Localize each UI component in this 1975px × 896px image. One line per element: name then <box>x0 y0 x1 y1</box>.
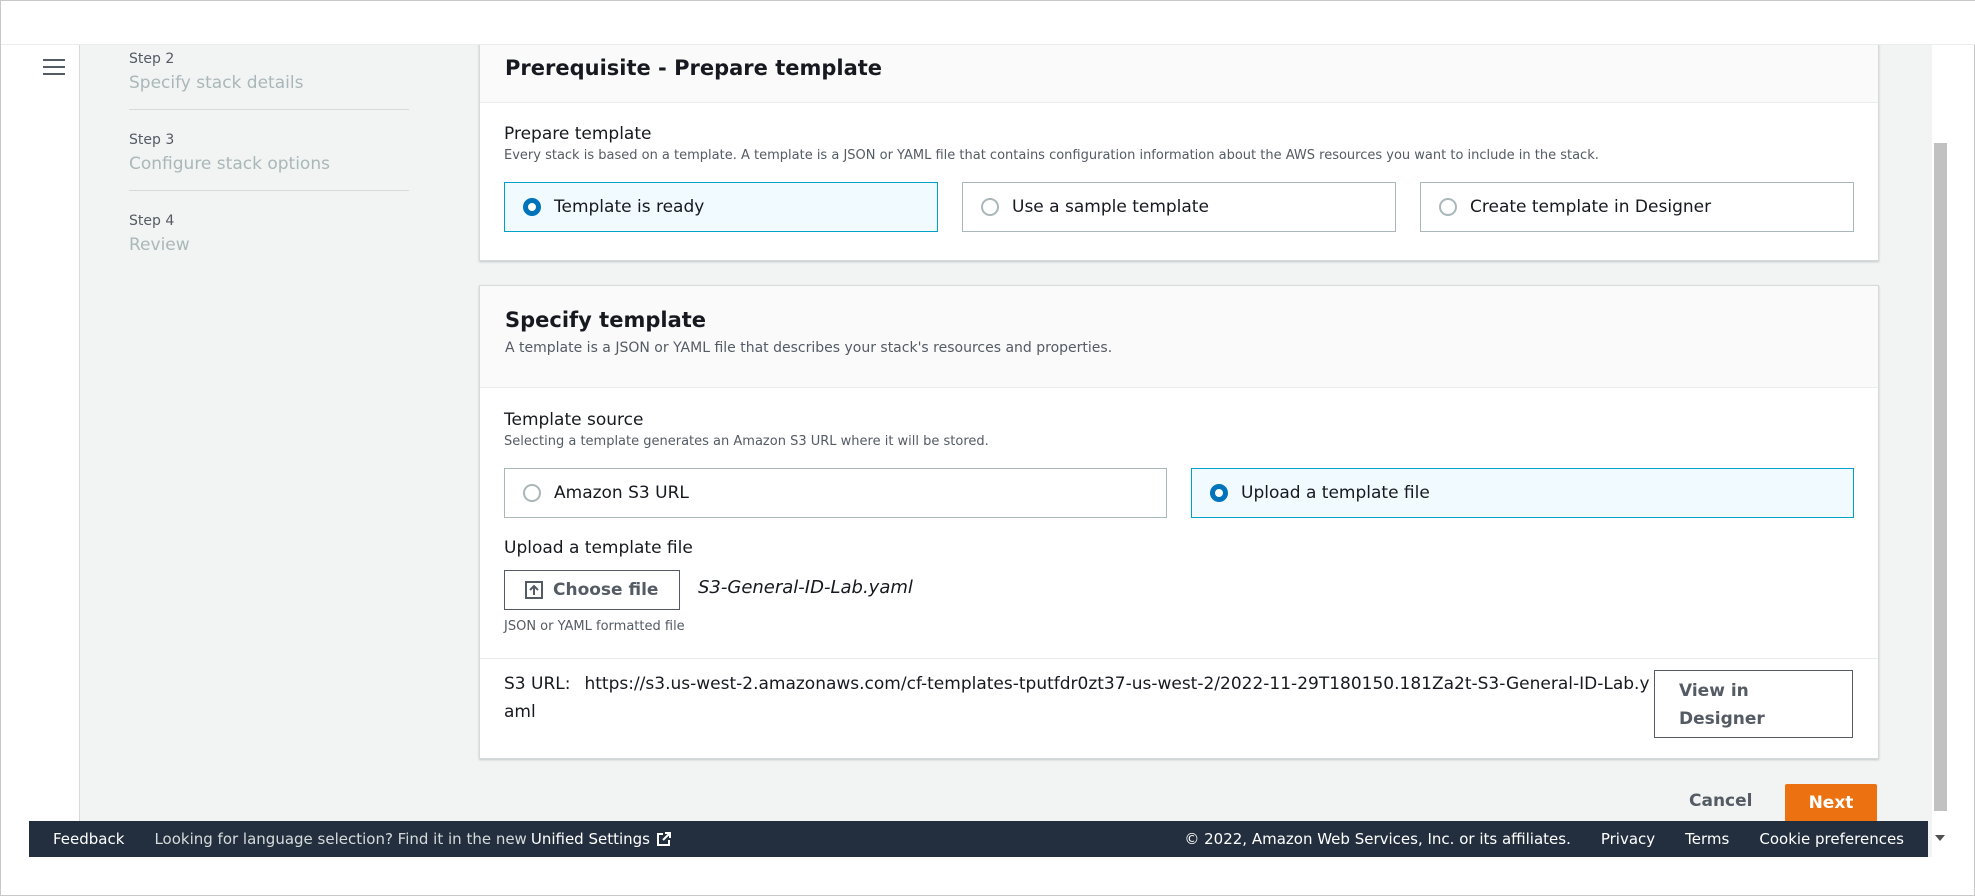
step-title: Configure stack options <box>129 154 330 174</box>
wizard-step: Step 3 Configure stack options <box>129 126 409 191</box>
s3-url-label: S3 URL: <box>504 674 571 694</box>
option-template-ready[interactable]: Template is ready <box>504 182 938 232</box>
step-number: Step 4 <box>129 213 175 229</box>
option-sample-template[interactable]: Use a sample template <box>962 182 1396 232</box>
privacy-link[interactable]: Privacy <box>1601 830 1655 848</box>
choose-file-label: Choose file <box>553 580 659 600</box>
radio-icon <box>1439 198 1457 216</box>
cancel-button[interactable]: Cancel <box>1689 791 1752 811</box>
radio-icon <box>981 198 999 216</box>
s3-url-value: https://s3.us-west-2.amazonaws.com/cf-te… <box>504 674 1650 722</box>
language-text: Looking for language selection? Find it … <box>154 830 527 848</box>
s3-url-text: S3 URL: https://s3.us-west-2.amazonaws.co… <box>504 670 1654 726</box>
option-upload-file[interactable]: Upload a template file <box>1191 468 1854 518</box>
footer-bar: Feedback Looking for language selection?… <box>29 821 1928 857</box>
file-format-hint: JSON or YAML formatted file <box>504 619 685 634</box>
specify-template-panel: Specify template A template is a JSON or… <box>479 285 1879 759</box>
specify-template-title: Specify template <box>505 308 707 332</box>
step-number: Step 2 <box>129 51 175 67</box>
step-title: Review <box>129 235 190 255</box>
option-label: Upload a template file <box>1241 483 1430 503</box>
option-label: Use a sample template <box>1012 197 1209 217</box>
left-rail <box>29 45 80 857</box>
option-label: Create template in Designer <box>1470 197 1712 217</box>
template-source-desc: Selecting a template generates an Amazon… <box>504 434 989 449</box>
scrollbar-thumb[interactable] <box>1934 143 1947 811</box>
step-title: Specify stack details <box>129 73 304 93</box>
footer-right: © 2022, Amazon Web Services, Inc. or its… <box>1184 830 1904 848</box>
step-number: Step 3 <box>129 132 175 148</box>
option-label: Template is ready <box>554 197 705 217</box>
wizard-step: Step 4 Review <box>129 207 409 271</box>
top-strip <box>1 1 1975 45</box>
terms-link[interactable]: Terms <box>1685 830 1729 848</box>
option-s3-url[interactable]: Amazon S3 URL <box>504 468 1167 518</box>
option-designer[interactable]: Create template in Designer <box>1420 182 1854 232</box>
prepare-template-desc: Every stack is based on a template. A te… <box>504 148 1599 163</box>
footer-left: Feedback Looking for language selection?… <box>29 830 672 848</box>
upload-icon <box>525 581 543 599</box>
external-link-icon[interactable] <box>656 831 672 847</box>
browser-frame: Step 2 Specify stack details Step 3 Conf… <box>0 0 1975 896</box>
wizard-steps: Step 2 Specify stack details Step 3 Conf… <box>129 45 409 287</box>
copyright-text: © 2022, Amazon Web Services, Inc. or its… <box>1184 830 1571 848</box>
specify-template-desc: A template is a JSON or YAML file that d… <box>505 340 1113 356</box>
next-button[interactable]: Next <box>1785 784 1877 822</box>
app-content: Step 2 Specify stack details Step 3 Conf… <box>29 45 1949 857</box>
radio-icon <box>523 484 541 502</box>
cookie-preferences-link[interactable]: Cookie preferences <box>1759 830 1904 848</box>
feedback-link[interactable]: Feedback <box>53 830 124 848</box>
view-in-designer-button[interactable]: View in Designer <box>1654 670 1853 738</box>
upload-file-label: Upload a template file <box>504 538 693 558</box>
specify-template-header: Specify template A template is a JSON or… <box>480 286 1878 388</box>
wizard-step: Step 2 Specify stack details <box>129 45 409 110</box>
selected-file-name: S3-General-ID-Lab.yaml <box>698 577 913 598</box>
menu-icon[interactable] <box>43 59 65 77</box>
radio-selected-icon <box>523 198 541 216</box>
option-label: Amazon S3 URL <box>554 483 689 503</box>
prepare-template-label: Prepare template <box>504 124 652 144</box>
scroll-down-arrow-icon[interactable] <box>1935 835 1945 841</box>
radio-selected-icon <box>1210 484 1228 502</box>
prerequisite-title: Prerequisite - Prepare template <box>505 56 883 80</box>
template-source-label: Template source <box>504 410 644 430</box>
prerequisite-header: Prerequisite - Prepare template <box>480 45 1878 103</box>
unified-settings-link[interactable]: Unified Settings <box>531 830 650 848</box>
prerequisite-panel: Prerequisite - Prepare template Prepare … <box>479 45 1879 261</box>
choose-file-button[interactable]: Choose file <box>504 570 680 610</box>
